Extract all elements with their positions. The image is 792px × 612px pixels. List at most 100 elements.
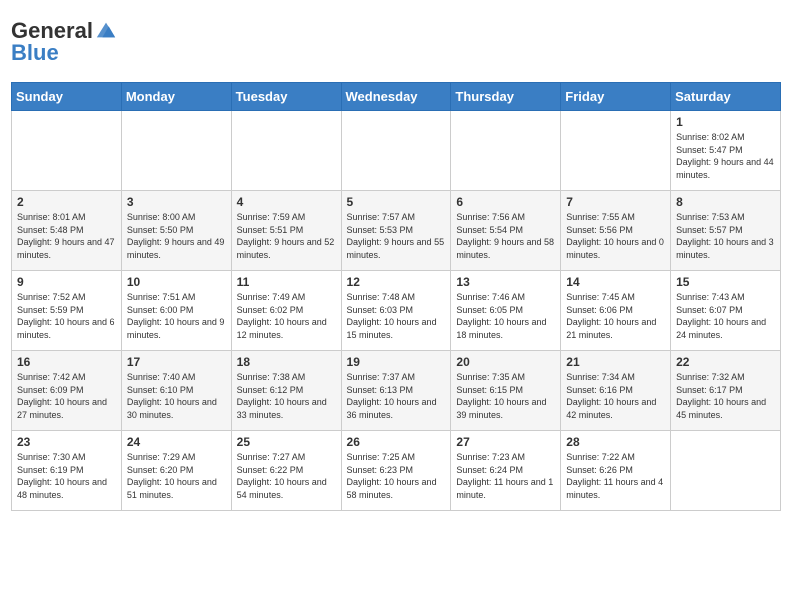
day-header-tuesday: Tuesday [231,83,341,111]
calendar-table: SundayMondayTuesdayWednesdayThursdayFrid… [11,82,781,511]
day-info: Sunrise: 7:30 AM Sunset: 6:19 PM Dayligh… [17,451,116,501]
calendar-cell: 6 Sunrise: 7:56 AM Sunset: 5:54 PM Daylig… [451,191,561,271]
calendar-week-row: 2Sunrise: 8:01 AM Sunset: 5:48 PM Daylig… [12,191,781,271]
day-header-saturday: Saturday [671,83,781,111]
day-number: 16 [17,355,116,369]
day-number: 22 [676,355,775,369]
day-info: Sunrise: 7:46 AM Sunset: 6:05 PM Dayligh… [456,291,555,341]
day-number: 8 [676,195,775,209]
day-info: Sunrise: 8:01 AM Sunset: 5:48 PM Dayligh… [17,211,116,261]
day-number: 23 [17,435,116,449]
calendar-cell [341,111,451,191]
day-info: Sunrise: 7:59 AM Sunset: 5:51 PM Dayligh… [237,211,336,261]
day-number: 24 [127,435,226,449]
day-info: Sunrise: 7:25 AM Sunset: 6:23 PM Dayligh… [347,451,446,501]
calendar-cell: 8 Sunrise: 7:53 AM Sunset: 5:57 PM Daylig… [671,191,781,271]
day-number: 25 [237,435,336,449]
day-number: 19 [347,355,446,369]
calendar-cell: 27 Sunrise: 7:23 AM Sunset: 6:24 PM Dayli… [451,431,561,511]
day-number: 20 [456,355,555,369]
calendar-cell: 17 Sunrise: 7:40 AM Sunset: 6:10 PM Dayli… [121,351,231,431]
calendar-cell: 21 Sunrise: 7:34 AM Sunset: 6:16 PM Dayli… [561,351,671,431]
day-info: Sunrise: 7:53 AM Sunset: 5:57 PM Dayligh… [676,211,775,261]
day-number: 3 [127,195,226,209]
calendar-cell [12,111,122,191]
day-info: Sunrise: 7:49 AM Sunset: 6:02 PM Dayligh… [237,291,336,341]
day-info: Sunrise: 8:02 AM Sunset: 5:47 PM Dayligh… [676,131,775,181]
calendar-cell [231,111,341,191]
calendar-cell: 12 Sunrise: 7:48 AM Sunset: 6:03 PM Dayli… [341,271,451,351]
day-number: 26 [347,435,446,449]
calendar-week-row: 16 Sunrise: 7:42 AM Sunset: 6:09 PM Dayli… [12,351,781,431]
day-number: 18 [237,355,336,369]
day-number: 21 [566,355,665,369]
calendar-cell: 5Sunrise: 7:57 AM Sunset: 5:53 PM Daylig… [341,191,451,271]
day-number: 11 [237,275,336,289]
calendar-cell: 19 Sunrise: 7:37 AM Sunset: 6:13 PM Dayli… [341,351,451,431]
logo: General Blue [11,18,117,66]
day-info: Sunrise: 7:51 AM Sunset: 6:00 PM Dayligh… [127,291,226,341]
day-info: Sunrise: 7:42 AM Sunset: 6:09 PM Dayligh… [17,371,116,421]
day-number: 9 [17,275,116,289]
calendar-cell: 4 Sunrise: 7:59 AM Sunset: 5:51 PM Daylig… [231,191,341,271]
day-header-sunday: Sunday [12,83,122,111]
calendar-cell: 28Sunrise: 7:22 AM Sunset: 6:26 PM Dayli… [561,431,671,511]
day-info: Sunrise: 7:37 AM Sunset: 6:13 PM Dayligh… [347,371,446,421]
day-number: 5 [347,195,446,209]
calendar-cell: 9Sunrise: 7:52 AM Sunset: 5:59 PM Daylig… [12,271,122,351]
calendar-cell [671,431,781,511]
calendar-cell: 15 Sunrise: 7:43 AM Sunset: 6:07 PM Dayli… [671,271,781,351]
day-info: Sunrise: 7:40 AM Sunset: 6:10 PM Dayligh… [127,371,226,421]
day-header-monday: Monday [121,83,231,111]
day-info: Sunrise: 8:00 AM Sunset: 5:50 PM Dayligh… [127,211,226,261]
calendar-cell [121,111,231,191]
calendar-week-row: 9Sunrise: 7:52 AM Sunset: 5:59 PM Daylig… [12,271,781,351]
calendar-cell: 25 Sunrise: 7:27 AM Sunset: 6:22 PM Dayli… [231,431,341,511]
calendar-cell: 23 Sunrise: 7:30 AM Sunset: 6:19 PM Dayli… [12,431,122,511]
calendar-cell: 14 Sunrise: 7:45 AM Sunset: 6:06 PM Dayli… [561,271,671,351]
calendar-cell: 10 Sunrise: 7:51 AM Sunset: 6:00 PM Dayli… [121,271,231,351]
day-number: 6 [456,195,555,209]
page-container: General Blue SundayMondayTuesdayWednesda… [11,10,781,511]
day-number: 28 [566,435,665,449]
logo-icon [95,19,117,41]
calendar-cell: 3 Sunrise: 8:00 AM Sunset: 5:50 PM Daylig… [121,191,231,271]
calendar-header-row: SundayMondayTuesdayWednesdayThursdayFrid… [12,83,781,111]
day-info: Sunrise: 7:34 AM Sunset: 6:16 PM Dayligh… [566,371,665,421]
calendar-cell: 7Sunrise: 7:55 AM Sunset: 5:56 PM Daylig… [561,191,671,271]
page-header: General Blue [11,10,781,74]
day-info: Sunrise: 7:32 AM Sunset: 6:17 PM Dayligh… [676,371,775,421]
day-info: Sunrise: 7:23 AM Sunset: 6:24 PM Dayligh… [456,451,555,501]
day-number: 12 [347,275,446,289]
calendar-cell: 18 Sunrise: 7:38 AM Sunset: 6:12 PM Dayli… [231,351,341,431]
day-number: 1 [676,115,775,129]
calendar-cell: 22 Sunrise: 7:32 AM Sunset: 6:17 PM Dayli… [671,351,781,431]
day-header-friday: Friday [561,83,671,111]
calendar-week-row: 23 Sunrise: 7:30 AM Sunset: 6:19 PM Dayli… [12,431,781,511]
day-info: Sunrise: 7:27 AM Sunset: 6:22 PM Dayligh… [237,451,336,501]
day-number: 10 [127,275,226,289]
day-number: 27 [456,435,555,449]
day-number: 17 [127,355,226,369]
calendar-week-row: 1 Sunrise: 8:02 AM Sunset: 5:47 PM Daylig… [12,111,781,191]
day-info: Sunrise: 7:43 AM Sunset: 6:07 PM Dayligh… [676,291,775,341]
calendar-cell: 11 Sunrise: 7:49 AM Sunset: 6:02 PM Dayli… [231,271,341,351]
day-info: Sunrise: 7:29 AM Sunset: 6:20 PM Dayligh… [127,451,226,501]
day-header-thursday: Thursday [451,83,561,111]
day-number: 14 [566,275,665,289]
day-number: 4 [237,195,336,209]
calendar-cell [561,111,671,191]
day-number: 15 [676,275,775,289]
calendar-cell: 2Sunrise: 8:01 AM Sunset: 5:48 PM Daylig… [12,191,122,271]
calendar-cell: 26 Sunrise: 7:25 AM Sunset: 6:23 PM Dayli… [341,431,451,511]
day-info: Sunrise: 7:45 AM Sunset: 6:06 PM Dayligh… [566,291,665,341]
day-header-wednesday: Wednesday [341,83,451,111]
day-info: Sunrise: 7:48 AM Sunset: 6:03 PM Dayligh… [347,291,446,341]
day-info: Sunrise: 7:38 AM Sunset: 6:12 PM Dayligh… [237,371,336,421]
day-info: Sunrise: 7:55 AM Sunset: 5:56 PM Dayligh… [566,211,665,261]
calendar-cell: 24 Sunrise: 7:29 AM Sunset: 6:20 PM Dayli… [121,431,231,511]
day-number: 13 [456,275,555,289]
calendar-cell: 1 Sunrise: 8:02 AM Sunset: 5:47 PM Daylig… [671,111,781,191]
day-info: Sunrise: 7:56 AM Sunset: 5:54 PM Dayligh… [456,211,555,261]
calendar-cell: 13 Sunrise: 7:46 AM Sunset: 6:05 PM Dayli… [451,271,561,351]
